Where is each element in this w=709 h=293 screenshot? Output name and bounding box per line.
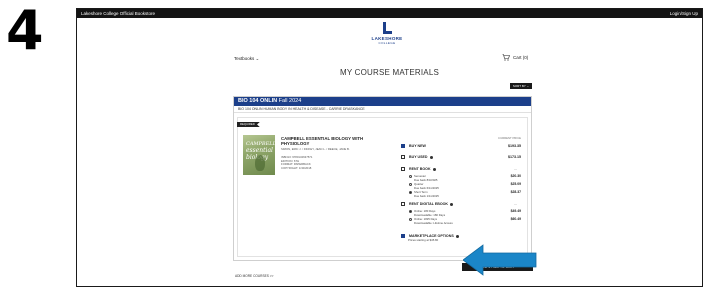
rent-book-dash: —	[514, 167, 517, 171]
info-icon[interactable]	[429, 155, 433, 159]
chevron-down-icon: ⌄	[255, 56, 260, 61]
checkbox-checked-icon[interactable]	[401, 144, 405, 149]
top-bar: Lakeshore College Official Bookstore Log…	[77, 9, 702, 18]
course-term: Fall 2024	[278, 98, 302, 104]
rent-book-label: RENT BOOK	[409, 167, 431, 172]
ebook-term-price: $60.49	[510, 217, 521, 221]
add-more-courses-link[interactable]: ADD MORE COURSES >>	[235, 274, 273, 278]
rent-term-quarter[interactable]: Quarter Due back 6/11/2025 $25.09	[409, 182, 521, 190]
cover-leaf-art	[255, 155, 265, 171]
option-rent-ebook[interactable]: RENT DIGITAL EBOOK	[401, 202, 521, 207]
radio-selected-icon[interactable]	[409, 210, 412, 213]
textbooks-menu[interactable]: Textbooks ⌄	[234, 56, 259, 62]
login-link[interactable]: Login/Sign Up	[670, 9, 698, 18]
cart-link[interactable]: Cart (0)	[502, 54, 528, 61]
ebook-term-180[interactable]: Online: 180 Days Downloadable: 180 Days …	[409, 209, 521, 217]
logo-icon	[382, 22, 392, 34]
checkbox-checked-icon[interactable]	[401, 234, 405, 239]
buy-used-price: $173.15	[508, 155, 521, 159]
marketplace-note: Prices starting at $45.80	[408, 238, 439, 242]
radio-selected-icon[interactable]	[409, 191, 412, 194]
option-buy-used[interactable]: BUY USED $173.15	[401, 155, 521, 160]
rent-ebook-dash: —	[514, 202, 517, 206]
book-cover-image[interactable]: CAMPBELL essential biology	[243, 135, 276, 175]
info-icon[interactable]	[455, 234, 459, 238]
buy-new-price: $193.35	[508, 144, 521, 148]
radio-icon[interactable]	[409, 183, 412, 186]
info-icon[interactable]	[450, 202, 453, 206]
cart-label: Cart (0)	[513, 55, 529, 60]
cart-icon	[502, 54, 510, 61]
course-card: BIO 104 ONLIN Fall 2024 BIO 104 ONLIN HU…	[233, 96, 532, 261]
sort-by-label: SORT BY	[512, 84, 526, 88]
rent-term-price: $28.37	[510, 190, 521, 194]
sort-by-button[interactable]: SORT BY ⌄	[510, 83, 532, 89]
course-header: BIO 104 ONLIN Fall 2024	[234, 97, 531, 106]
pointer-arrow-icon	[463, 244, 537, 276]
buy-new-label: BUY NEW	[409, 144, 426, 149]
college-logo[interactable]: LAKESHORE COLLEGE	[367, 22, 407, 45]
logo-sub: COLLEGE	[378, 41, 396, 45]
book-meta: ISBN13: 9780134637571 EDITION: 6TH FORMA…	[281, 155, 381, 170]
textbooks-label: Textbooks	[234, 56, 255, 61]
chevron-down-icon: ⌄	[526, 84, 530, 88]
book-authors: SIMON, ERIC J. / DICKEY, JEAN L. / REECE…	[281, 147, 350, 151]
course-code: BIO 104 ONLIN	[238, 98, 278, 104]
store-name[interactable]: Lakeshore College Official Bookstore	[81, 9, 155, 18]
page-title: MY COURSE MATERIALS	[339, 68, 440, 77]
rent-term-semester[interactable]: Semester Due back 8/3/2025 $20.30	[409, 174, 521, 182]
checkbox-icon[interactable]	[401, 202, 405, 207]
rent-term-due: Due back 8/3/2025	[414, 177, 438, 182]
radio-icon[interactable]	[409, 218, 412, 221]
buy-used-label: BUY USED	[409, 155, 428, 160]
option-rent-book[interactable]: RENT BOOK	[401, 167, 521, 172]
checkbox-icon[interactable]	[401, 155, 405, 160]
option-buy-new[interactable]: BUY NEW $193.35	[401, 144, 521, 149]
checkbox-icon[interactable]	[401, 167, 405, 172]
step-number: 4	[6, 0, 44, 62]
rent-term-price: $20.30	[510, 174, 521, 178]
ebook-term-detail: Downloadable: Lifetime Access	[414, 220, 453, 225]
current-price-header: CURRENT PRICE	[498, 136, 521, 140]
required-tag: REQUIRED	[237, 122, 260, 127]
rent-term-due: Due back 1/11/2025	[414, 193, 439, 198]
course-description: BIO 104 ONLIN HUMAN BODY IN HEALTH & DIS…	[234, 106, 531, 113]
browser-screenshot-frame: Lakeshore College Official Bookstore Log…	[76, 8, 703, 287]
ebook-term-1825[interactable]: Online: 1825 Days Downloadable: Lifetime…	[409, 217, 521, 225]
rent-term-short[interactable]: Short Term Due back 1/11/2025 $28.37	[409, 190, 521, 198]
info-icon[interactable]	[432, 167, 436, 171]
book-title[interactable]: CAMPBELL ESSENTIAL BIOLOGY WITH PHYSIOLO…	[281, 136, 381, 146]
book-copyright: COPYRIGHT: 1/30/2018	[281, 165, 312, 170]
book-panel: REQUIRED CAMPBELL essential biology CAMP…	[237, 117, 528, 257]
ebook-term-price: $49.49	[510, 209, 521, 213]
rent-term-price: $25.09	[510, 182, 521, 186]
rent-ebook-label: RENT DIGITAL EBOOK	[409, 202, 448, 207]
radio-icon[interactable]	[409, 175, 412, 178]
